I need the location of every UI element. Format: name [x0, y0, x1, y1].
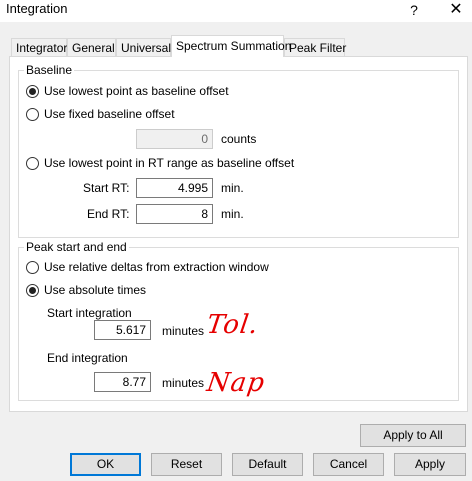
baseline-legend: Baseline	[24, 63, 75, 77]
tab-panel: Baseline Use lowest point as baseline of…	[9, 56, 468, 412]
start-rt-input[interactable]: 4.995	[136, 178, 213, 198]
radio-absolute-times[interactable]	[26, 284, 39, 297]
help-icon[interactable]: ?	[404, 0, 424, 20]
radio-fixed-offset[interactable]	[26, 108, 39, 121]
radio-lowest-point[interactable]	[26, 85, 39, 98]
peak-legend: Peak start and end	[24, 240, 129, 254]
end-integration-label: End integration	[47, 351, 128, 365]
handwritten-annotation-end: Nap	[204, 368, 268, 398]
start-integration-input[interactable]: 5.617	[94, 320, 151, 340]
tab-spectrum-summation[interactable]: Spectrum Summation	[171, 35, 291, 57]
cancel-button[interactable]: Cancel	[313, 453, 384, 476]
window-title: Integration	[6, 1, 68, 16]
title-bar: Integration ? ✕	[0, 0, 472, 22]
absolute-times-label[interactable]: Use absolute times	[44, 283, 146, 297]
close-icon[interactable]: ✕	[446, 0, 466, 20]
tab-peak-filter[interactable]: Peak Filter	[284, 38, 346, 56]
reset-button[interactable]: Reset	[151, 453, 222, 476]
radio-relative-deltas[interactable]	[26, 261, 39, 274]
end-integration-unit: minutes	[162, 376, 205, 390]
start-rt-unit: min.	[221, 181, 244, 195]
end-rt-input[interactable]: 8	[136, 204, 213, 224]
start-integration-unit: minutes	[162, 324, 205, 338]
fixed-offset-label[interactable]: Use fixed baseline offset	[44, 107, 175, 121]
end-rt-unit: min.	[221, 207, 244, 221]
handwritten-annotation-start: Tol.	[204, 310, 261, 340]
tab-general[interactable]: General	[67, 38, 116, 56]
apply-button[interactable]: Apply	[394, 453, 466, 476]
fixed-offset-input[interactable]: 0	[136, 129, 213, 149]
start-integration-label: Start integration	[47, 306, 132, 320]
end-integration-input[interactable]: 8.77	[94, 372, 151, 392]
tab-universal[interactable]: Universal	[116, 38, 171, 56]
counts-unit-label: counts	[221, 132, 257, 146]
ok-button[interactable]: OK	[70, 453, 141, 476]
default-button[interactable]: Default	[232, 453, 303, 476]
apply-to-all-button[interactable]: Apply to All	[360, 424, 466, 447]
relative-deltas-label[interactable]: Use relative deltas from extraction wind…	[44, 260, 269, 274]
tab-integrator[interactable]: Integrator	[11, 38, 67, 56]
end-rt-label: End RT:	[87, 207, 130, 221]
radio-rt-range[interactable]	[26, 157, 39, 170]
start-rt-label: Start RT:	[83, 181, 130, 195]
lowest-point-label[interactable]: Use lowest point as baseline offset	[44, 84, 229, 98]
rt-range-label[interactable]: Use lowest point in RT range as baseline…	[44, 156, 294, 170]
